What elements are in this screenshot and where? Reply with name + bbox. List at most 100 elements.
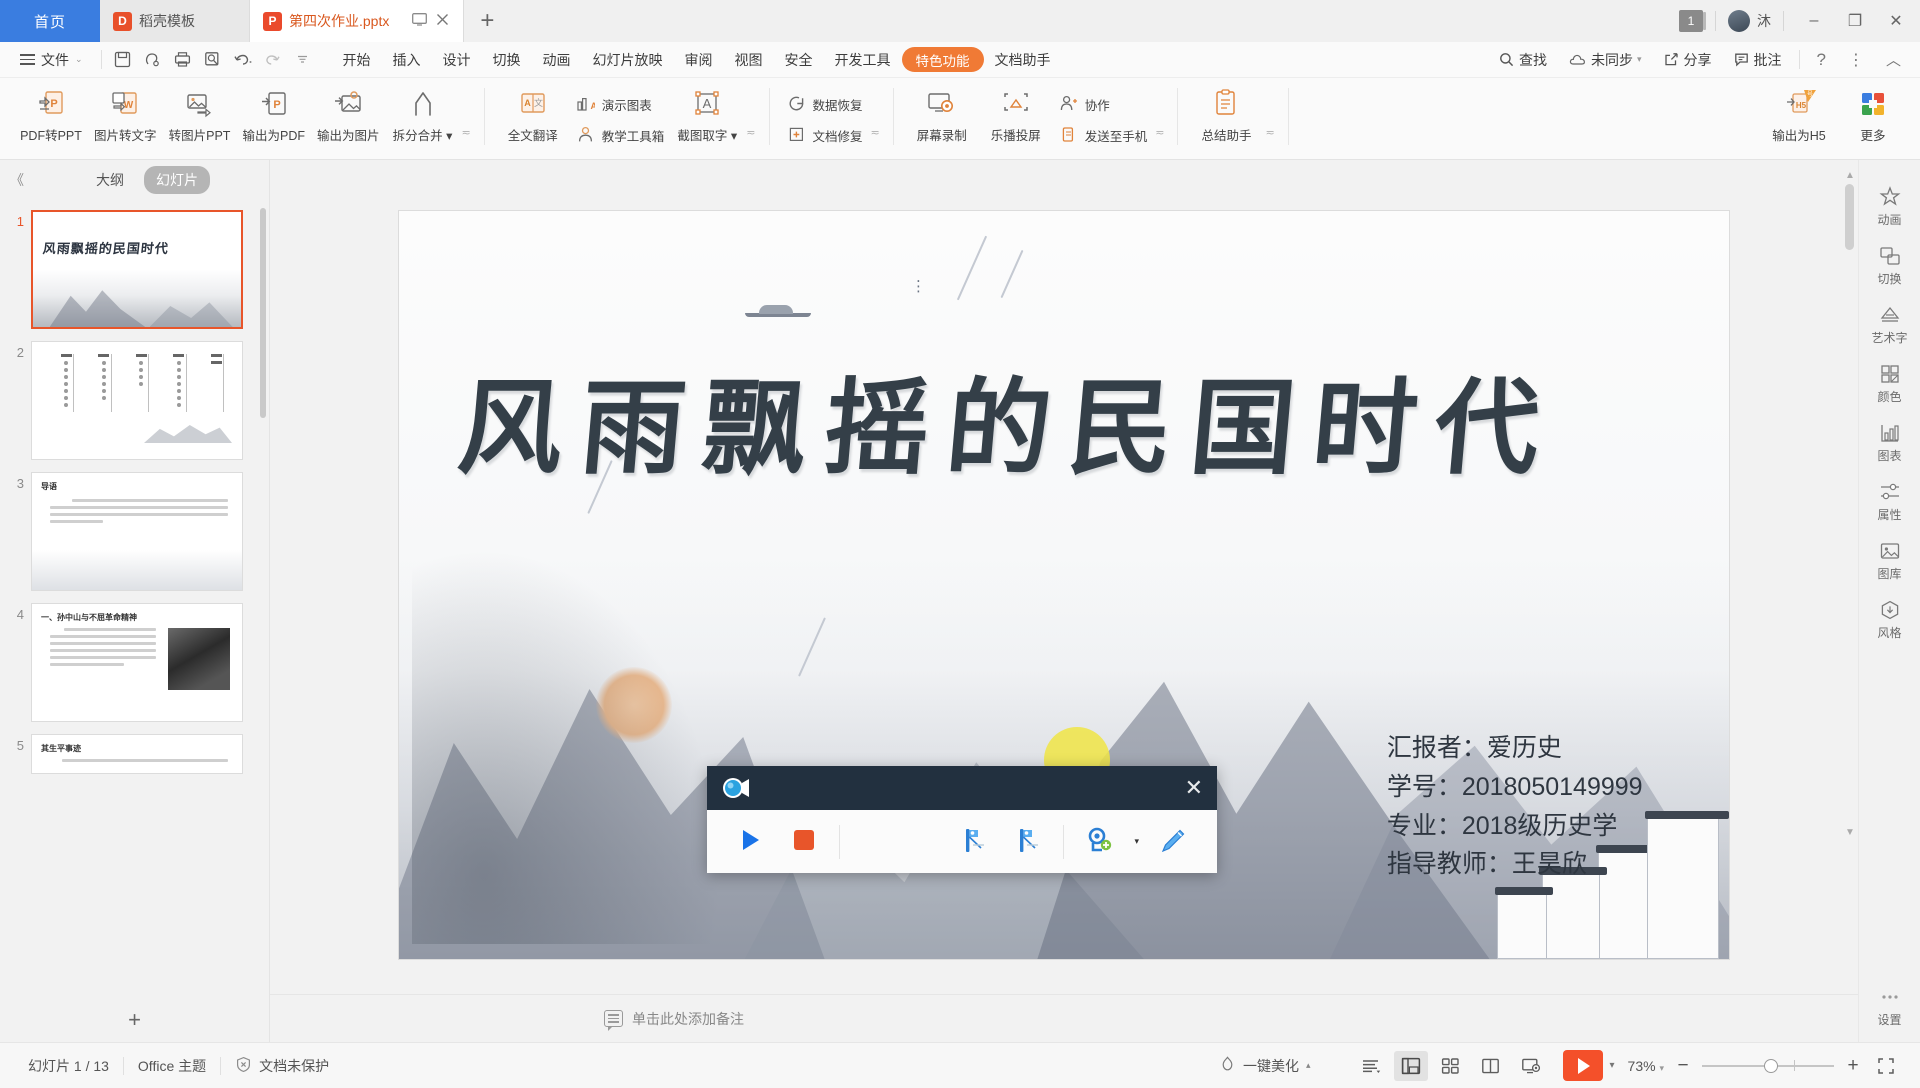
menu-item-security[interactable]: 安全 <box>774 46 824 74</box>
undo-icon[interactable] <box>228 46 258 74</box>
sidebar-item-animation[interactable]: 动画 <box>1861 178 1919 235</box>
fit-to-window-button[interactable] <box>1869 1051 1903 1081</box>
close-icon[interactable] <box>436 13 449 29</box>
notification-badge[interactable]: 1 <box>1679 10 1706 32</box>
touch-mode-icon[interactable] <box>138 46 168 74</box>
sidebar-item-chart[interactable]: 图表 <box>1861 414 1919 471</box>
sidebar-item-wordart[interactable]: 艺术字 <box>1861 296 1919 353</box>
save-icon[interactable] <box>108 46 138 74</box>
thumbnail-item-4[interactable]: 4 一、孙中山与不屈革命精神 <box>0 597 269 728</box>
chart-button[interactable]: A 演示图表 <box>570 92 671 118</box>
sync-status-button[interactable]: 未同步 ▾ <box>1558 46 1653 74</box>
chevron-up-icon[interactable]: ▲ <box>1845 170 1855 181</box>
reading-view-button[interactable] <box>1474 1051 1508 1081</box>
translate-button[interactable]: A文 全文翻译 <box>496 83 570 144</box>
redo-icon[interactable] <box>258 46 288 74</box>
prev-marker-button[interactable] <box>947 817 1001 867</box>
scrollbar-thumb[interactable] <box>1845 184 1854 250</box>
tab-outline[interactable]: 大纲 <box>84 166 136 194</box>
play-slideshow-button[interactable] <box>1562 1050 1603 1081</box>
print-preview-icon[interactable] <box>198 46 228 74</box>
summary-assistant-button[interactable]: 总结助手 <box>1189 83 1263 144</box>
cast-screen-button[interactable]: 乐播投屏 <box>979 83 1053 144</box>
record-toolbar-titlebar[interactable]: ✕ <box>707 766 1217 810</box>
teaching-toolbox-button[interactable]: 教学工具箱 <box>570 123 671 149</box>
chevron-down-icon[interactable]: ▼ <box>1845 827 1855 838</box>
screen-record-button[interactable]: 屏幕录制 <box>905 83 979 144</box>
slide-info-block[interactable]: 汇报者：爱历史 学号：2018050149999 专业：2018级历史学 指导教… <box>1387 729 1643 884</box>
thumbnail-item-1[interactable]: 1 风雨飘摇的民国时代 <box>0 204 269 335</box>
chevron-down-icon[interactable]: ▾ <box>1126 836 1147 847</box>
user-account[interactable]: 沐 <box>1728 10 1771 32</box>
collapse-panel-icon[interactable]: 《 <box>10 170 24 190</box>
menu-item-developer[interactable]: 开发工具 <box>824 46 902 74</box>
search-button[interactable]: 查找 <box>1488 46 1558 74</box>
menu-item-review[interactable]: 审阅 <box>674 46 724 74</box>
image-to-text-button[interactable]: W 图片转文字 <box>88 83 163 144</box>
menu-item-design[interactable]: 设计 <box>432 46 482 74</box>
sidebar-item-style[interactable]: 风格 <box>1861 591 1919 648</box>
menu-item-start[interactable]: 开始 <box>332 46 382 74</box>
menu-item-featured[interactable]: 特色功能 <box>901 47 984 72</box>
comment-button[interactable]: 批注 <box>1723 46 1793 74</box>
tab-slides[interactable]: 幻灯片 <box>144 166 210 194</box>
slide-sorter-view-button[interactable] <box>1434 1051 1468 1081</box>
print-icon[interactable] <box>168 46 198 74</box>
close-window-button[interactable]: ✕ <box>1878 4 1914 38</box>
screenshot-ocr-button[interactable]: A 截图取字 ▾ <box>670 83 744 144</box>
menu-item-animation[interactable]: 动画 <box>532 46 582 74</box>
more-options-button[interactable]: ⋮ <box>1837 46 1875 74</box>
tab-preview-icon[interactable] <box>412 13 428 29</box>
add-webcam-button[interactable] <box>1072 817 1126 867</box>
minimize-button[interactable]: – <box>1796 4 1832 38</box>
new-tab-button[interactable]: + <box>464 0 510 42</box>
theme-name[interactable]: Office 主题 <box>124 1056 220 1076</box>
sidebar-item-gallery[interactable]: 图库 <box>1861 532 1919 589</box>
group-expand-icon[interactable]: ≂ <box>460 126 473 139</box>
export-pdf-button[interactable]: P 输出为PDF <box>237 83 312 144</box>
thumbnail-item-5[interactable]: 5 其生平事迹 <box>0 728 269 780</box>
pdf-to-ppt-button[interactable]: P PDF转PPT <box>14 83 88 144</box>
menu-item-view[interactable]: 视图 <box>724 46 774 74</box>
sidebar-item-settings[interactable]: 设置 <box>1861 978 1919 1042</box>
group-expand-icon[interactable]: ≂ <box>869 126 882 139</box>
group-expand-icon[interactable]: ≂ <box>1153 126 1166 139</box>
split-merge-button[interactable]: 拆分合并 ▾ <box>386 83 460 144</box>
to-image-ppt-button[interactable]: 转图片PPT <box>163 83 237 144</box>
pen-button[interactable] <box>1147 817 1201 867</box>
next-marker-button[interactable] <box>1001 817 1055 867</box>
stop-record-button[interactable] <box>777 817 831 867</box>
zoom-in-button[interactable]: + <box>1840 1053 1866 1079</box>
chevron-down-icon[interactable]: ▾ <box>1603 1060 1622 1071</box>
file-menu-button[interactable]: 文件 ⌄ <box>8 46 95 74</box>
send-to-phone-button[interactable]: 发送至手机 <box>1053 123 1154 149</box>
close-icon[interactable]: ✕ <box>1185 777 1203 799</box>
add-slide-button[interactable]: + <box>0 998 269 1042</box>
canvas-vertical-scrollbar[interactable]: ▲ ▼ <box>1844 170 1856 838</box>
help-button[interactable]: ? <box>1806 46 1837 74</box>
tab-presentation-file[interactable]: P 第四次作业.pptx <box>250 0 465 42</box>
outline-view-button[interactable] <box>1354 1051 1388 1081</box>
menu-item-transition[interactable]: 切换 <box>482 46 532 74</box>
menu-item-insert[interactable]: 插入 <box>382 46 432 74</box>
collaborate-button[interactable]: 协作 <box>1053 92 1154 118</box>
collapse-ribbon-button[interactable]: ︿ <box>1875 46 1912 74</box>
customize-qat-icon[interactable] <box>288 46 318 74</box>
slide-panel-scrollbar[interactable] <box>260 208 266 418</box>
slide-title[interactable]: 风雨飘摇的民国时代 <box>454 366 1673 489</box>
screen-record-toolbar[interactable]: ✕ ▾ <box>707 766 1217 873</box>
sidebar-item-properties[interactable]: 属性 <box>1861 473 1919 530</box>
tab-dock-template[interactable]: D 稻壳模板 <box>100 0 250 42</box>
tab-home[interactable]: 首页 <box>0 0 100 42</box>
export-h5-button[interactable]: H5 号 输出为H5 <box>1762 83 1836 159</box>
thumbnail-item-3[interactable]: 3 导语 <box>0 466 269 597</box>
sidebar-item-color[interactable]: 颜色 <box>1861 355 1919 412</box>
thumbnail-item-2[interactable]: 2 <box>0 335 269 466</box>
data-recovery-button[interactable]: 数据恢复 <box>781 92 869 118</box>
menu-item-doc-assistant[interactable]: 文档助手 <box>984 46 1062 74</box>
sidebar-item-transition[interactable]: 切换 <box>1861 237 1919 294</box>
presenter-view-button[interactable] <box>1514 1051 1548 1081</box>
doc-repair-button[interactable]: 文档修复 <box>781 123 869 149</box>
group-expand-icon[interactable]: ≂ <box>744 126 757 139</box>
zoom-slider[interactable] <box>1702 1058 1834 1073</box>
